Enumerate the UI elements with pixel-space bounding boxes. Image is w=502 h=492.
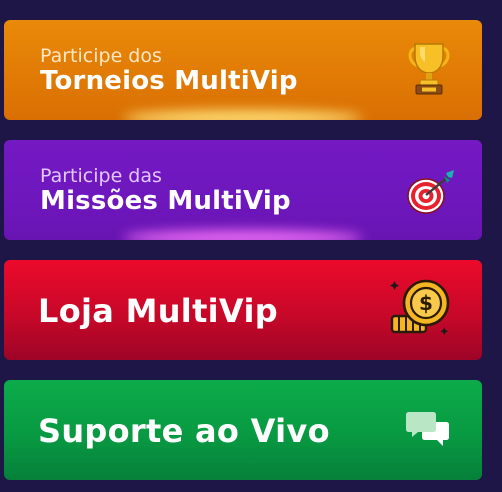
svg-text:$: $ [419, 291, 433, 315]
missions-subtitle: Participe das [40, 165, 162, 187]
target-icon [407, 170, 454, 214]
chat-icon [406, 412, 449, 446]
missions-title: Missões MultiVip [40, 186, 291, 216]
tournaments-title: Torneios MultiVip [40, 66, 298, 96]
store-title: Loja MultiVip [38, 292, 278, 330]
store-button[interactable]: Loja MultiVip $ [4, 260, 482, 360]
card-glow [123, 230, 363, 240]
support-title: Suporte ao Vivo [38, 412, 330, 450]
trophy-icon [408, 43, 450, 95]
missions-text: Participe das Missões MultiVip [40, 166, 291, 216]
coin-icon: $ [390, 279, 450, 335]
tournaments-button[interactable]: Participe dos Torneios MultiVip [4, 20, 482, 120]
support-button[interactable]: Suporte ao Vivo [4, 380, 482, 480]
missions-button[interactable]: Participe das Missões MultiVip [4, 140, 482, 240]
tournaments-text: Participe dos Torneios MultiVip [40, 46, 298, 96]
card-glow [123, 110, 363, 120]
tournaments-subtitle: Participe dos [40, 45, 162, 67]
